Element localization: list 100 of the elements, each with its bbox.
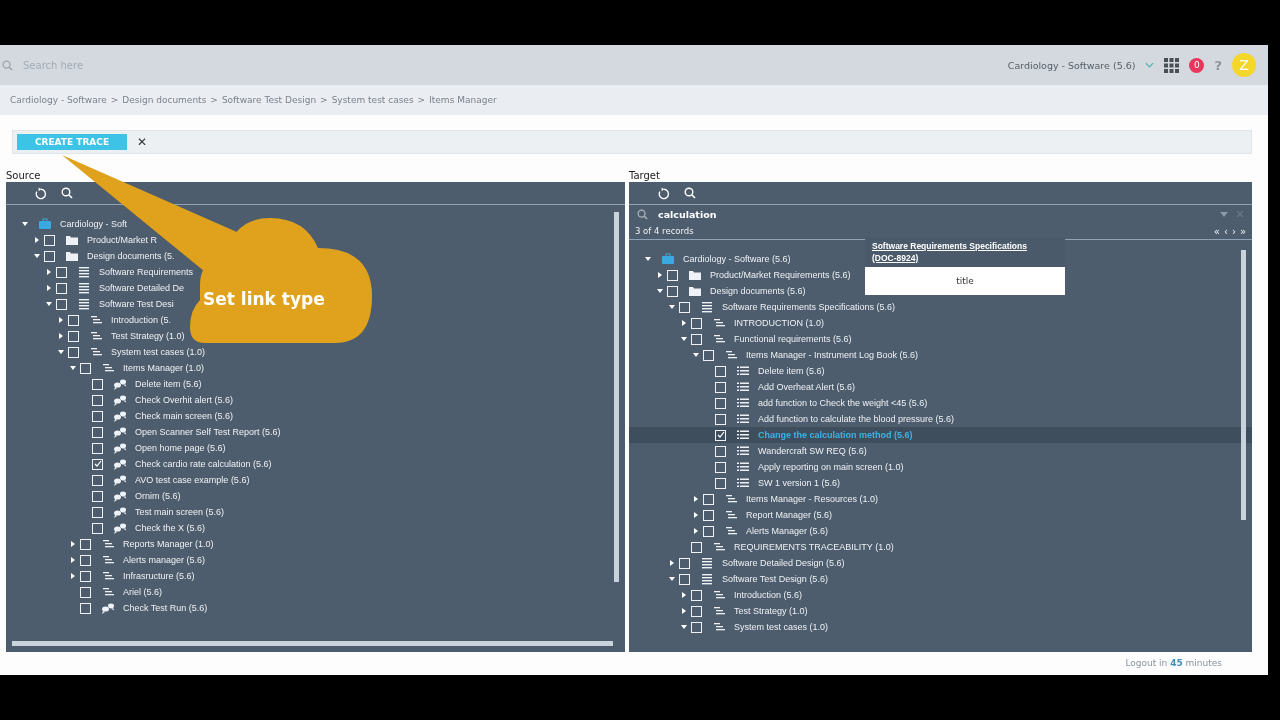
expand-toggle[interactable]	[22, 221, 28, 227]
tree-checkbox[interactable]	[80, 362, 91, 374]
breadcrumb-link[interactable]: Design documents	[122, 95, 207, 105]
close-button[interactable]: ✕	[137, 135, 148, 149]
tree-checkbox[interactable]	[56, 282, 67, 294]
tree-checkbox[interactable]	[92, 426, 103, 438]
tree-node-label[interactable]: Items Manager (1.0)	[123, 363, 205, 373]
search-icon[interactable]	[61, 187, 73, 199]
scrollbar[interactable]	[614, 212, 619, 582]
breadcrumb-link[interactable]: Items Manager	[429, 95, 497, 105]
tree-checkbox[interactable]	[44, 234, 55, 246]
expand-toggle[interactable]	[693, 352, 699, 358]
tree-node-label[interactable]: Cardiology - Software (5.6)	[683, 254, 791, 264]
tree-checkbox[interactable]	[691, 621, 702, 633]
tree-node-label[interactable]: Software Requirements Specifications (5.6)	[722, 302, 896, 312]
tree-node-label[interactable]: Software Test Design (5.6)	[722, 574, 828, 584]
tree-checkbox[interactable]	[691, 605, 702, 617]
tree-node-label[interactable]: Cardiology - Soft	[60, 219, 128, 229]
tree-node-label[interactable]: Alerts manager (5.6)	[123, 555, 206, 565]
tree-node-label[interactable]: Design documents (5.	[87, 251, 175, 261]
tree-node-label[interactable]: Product/Market R	[87, 235, 158, 245]
expand-toggle[interactable]	[693, 512, 699, 518]
tree-checkbox[interactable]	[715, 429, 726, 441]
tree-checkbox[interactable]	[667, 285, 678, 297]
tree-node-label[interactable]: Introduction (5.6)	[734, 590, 803, 600]
tree-checkbox[interactable]	[80, 570, 91, 582]
tree-node-label[interactable]: AVO test case example (5.6)	[135, 475, 250, 485]
tree-node-label[interactable]: Software Detailed De	[99, 283, 185, 293]
expand-toggle[interactable]	[681, 592, 687, 598]
pager-button[interactable]: ›	[1231, 225, 1236, 237]
expand-toggle[interactable]	[70, 365, 76, 371]
breadcrumb-link[interactable]: Software Test Design	[221, 95, 317, 105]
expand-toggle[interactable]	[58, 317, 64, 323]
tree-node-label[interactable]: Apply reporting on main screen (1.0)	[758, 462, 904, 472]
tree-node-label[interactable]: Open home page (5.6)	[135, 443, 226, 453]
tree-checkbox[interactable]	[80, 586, 91, 598]
tree-node-label[interactable]: Product/Market Requirements (5.6)	[710, 270, 851, 280]
tree-checkbox[interactable]	[56, 266, 67, 278]
tree-checkbox[interactable]	[715, 461, 726, 473]
expand-toggle[interactable]	[669, 576, 675, 582]
expand-toggle[interactable]	[681, 624, 687, 630]
tree-node-label[interactable]: Delete item (5.6)	[758, 366, 825, 376]
breadcrumb-link[interactable]: Cardiology - Software	[10, 95, 107, 105]
tree-checkbox[interactable]	[92, 522, 103, 534]
search-icon[interactable]	[684, 187, 696, 199]
tree-checkbox[interactable]	[80, 554, 91, 566]
tree-node-label[interactable]: Add Overheat Alert (5.6)	[758, 382, 856, 392]
tree-checkbox[interactable]	[679, 557, 690, 569]
expand-toggle[interactable]	[669, 304, 675, 310]
tree-checkbox[interactable]	[68, 346, 79, 358]
tree-checkbox[interactable]	[703, 525, 714, 537]
tree-checkbox[interactable]	[68, 330, 79, 342]
pager-button[interactable]: »	[1239, 225, 1246, 237]
tree-checkbox[interactable]	[703, 509, 714, 521]
tree-node-label[interactable]: Wandercraft SW REQ (5.6)	[758, 446, 867, 456]
expand-toggle[interactable]	[46, 301, 52, 307]
pager-button[interactable]: «	[1213, 225, 1220, 237]
tree-checkbox[interactable]	[691, 333, 702, 345]
tree-node-label[interactable]: Add function to calculate the blood pressure (5.6)	[758, 414, 955, 424]
tree-node-label[interactable]: Alerts Manager (5.6)	[746, 526, 829, 536]
tree-node-label[interactable]: Change the calculation method (5.6)	[758, 430, 913, 440]
tree-node-label[interactable]: INTRODUCTION (1.0)	[734, 318, 824, 328]
expand-toggle[interactable]	[46, 285, 52, 291]
tree-node-label[interactable]: Software Detailed Design (5.6)	[722, 558, 845, 568]
expand-toggle[interactable]	[681, 336, 687, 342]
tree-node-label[interactable]: Check cardio rate calculation (5.6)	[135, 459, 272, 469]
tree-node-label[interactable]: Ornim (5.6)	[135, 491, 181, 501]
tree-node-label[interactable]: Items Manager - Instrument Log Book (5.6)	[746, 350, 919, 360]
tree-node-label[interactable]: Functional requirements (5.6)	[734, 334, 852, 344]
tree-checkbox[interactable]	[691, 589, 702, 601]
tree-node-label[interactable]: Infrasructure (5.6)	[123, 571, 195, 581]
tree-checkbox[interactable]	[92, 474, 103, 486]
tree-checkbox[interactable]	[703, 349, 714, 361]
tree-checkbox[interactable]	[715, 365, 726, 377]
tree-node-label[interactable]: add function to Check the weight <45 (5.6)	[758, 398, 928, 408]
tree-node-label[interactable]: Items Manager - Resources (1.0)	[746, 494, 879, 504]
expand-toggle[interactable]	[693, 496, 699, 502]
tree-node-label[interactable]: SW 1 version 1 (5.6)	[758, 478, 841, 488]
tree-node-label[interactable]: Test Strategy (1.0)	[734, 606, 808, 616]
tree-checkbox[interactable]	[679, 573, 690, 585]
refresh-icon[interactable]	[34, 186, 47, 200]
tree-checkbox[interactable]	[703, 493, 714, 505]
apps-grid-icon[interactable]	[1164, 57, 1180, 73]
tree-node-label[interactable]: Report Manager (5.6)	[746, 510, 833, 520]
tree-node-label[interactable]: Reports Manager (1.0)	[123, 539, 214, 549]
refresh-icon[interactable]	[657, 186, 670, 200]
expand-toggle[interactable]	[58, 333, 64, 339]
expand-toggle[interactable]	[693, 528, 699, 534]
expand-toggle[interactable]	[70, 573, 76, 579]
tree-node-label[interactable]: Introduction (5.	[111, 315, 172, 325]
tree-checkbox[interactable]	[92, 458, 103, 470]
tree-node-label[interactable]: Check Test Run (5.6)	[123, 603, 208, 613]
expand-toggle[interactable]	[46, 269, 52, 275]
tree-node-label[interactable]: System test cases (1.0)	[734, 622, 829, 632]
tree-checkbox[interactable]	[667, 269, 678, 281]
expand-toggle[interactable]	[58, 349, 64, 355]
expand-toggle[interactable]	[70, 557, 76, 563]
tree-node-label[interactable]: Test main screen (5.6)	[135, 507, 225, 517]
notification-badge[interactable]: 0	[1189, 57, 1205, 73]
expand-toggle[interactable]	[657, 272, 663, 278]
